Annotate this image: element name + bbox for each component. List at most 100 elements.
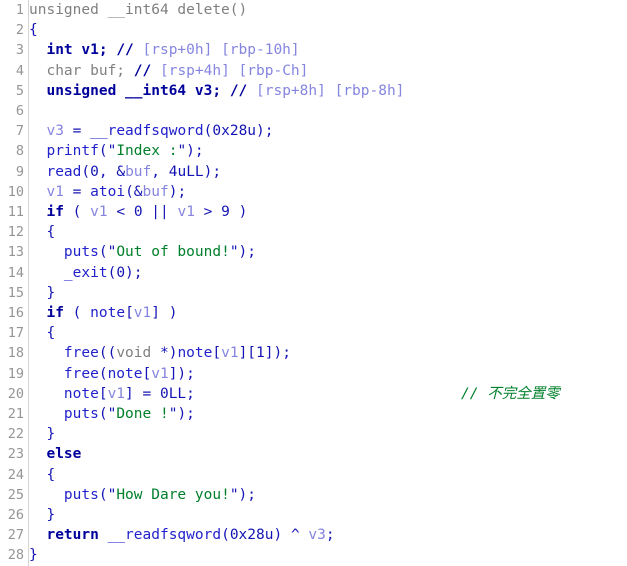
code-token[interactable]: v1 — [151, 366, 168, 382]
code-token[interactable] — [29, 507, 46, 523]
code-token[interactable]: Index : — [116, 143, 177, 159]
code-line[interactable]: 28} — [0, 545, 627, 566]
code-token[interactable] — [29, 164, 46, 180]
code-line-text[interactable]: puts("How Dare you!"); — [29, 485, 627, 505]
code-token[interactable] — [29, 143, 46, 159]
code-token[interactable] — [29, 63, 46, 79]
code-token[interactable]: note — [108, 366, 143, 382]
code-token[interactable] — [29, 446, 46, 462]
code-token[interactable]: buf — [143, 184, 169, 200]
code-token[interactable]: ); — [239, 244, 256, 260]
code-line-text[interactable]: } — [29, 505, 627, 525]
code-line-text[interactable]: char buf; // [rsp+4h] [rbp-Ch] — [29, 61, 627, 81]
code-line-text[interactable]: _exit(0); — [29, 263, 627, 283]
code-line[interactable]: 19 free(note[v1]); — [0, 363, 627, 384]
code-token[interactable] — [29, 265, 64, 281]
code-token[interactable]: // — [134, 63, 151, 79]
code-line[interactable]: 20 note[v1] = 0LL; // 不完全置零 — [0, 383, 627, 405]
code-token[interactable] — [29, 244, 64, 260]
code-line-text[interactable]: read(0, &buf, 4uLL); — [29, 162, 627, 182]
code-token[interactable]: if — [46, 204, 63, 220]
code-token[interactable]: ( — [99, 406, 108, 422]
code-line-text[interactable]: { — [29, 20, 627, 40]
code-token[interactable]: , — [151, 164, 168, 180]
code-token[interactable]: __readfsqword — [90, 123, 204, 139]
code-token[interactable]: ( — [64, 305, 90, 321]
code-token[interactable]: " — [230, 244, 239, 260]
code-line[interactable]: 21 puts("Done !"); — [0, 404, 627, 425]
code-token[interactable]: ); — [239, 487, 256, 503]
code-token[interactable] — [29, 204, 46, 220]
code-token[interactable]: note — [177, 345, 212, 361]
code-token[interactable]: { — [46, 325, 55, 341]
code-line[interactable]: 6 — [0, 101, 627, 122]
code-token[interactable]: > — [195, 204, 221, 220]
code-token[interactable]: 1 — [256, 345, 265, 361]
code-token[interactable] — [29, 345, 64, 361]
code-token[interactable]: " — [108, 406, 117, 422]
code-token[interactable]: } — [29, 547, 38, 563]
code-token[interactable]: else — [46, 446, 81, 462]
code-token[interactable]: _exit — [64, 265, 108, 281]
code-token[interactable] — [29, 467, 46, 483]
code-token[interactable] — [99, 527, 108, 543]
code-token[interactable]: ); — [204, 164, 221, 180]
code-token[interactable]: ( — [64, 204, 90, 220]
code-token[interactable] — [29, 325, 46, 341]
code-line[interactable]: 12 { — [0, 222, 627, 243]
code-token[interactable]: [rsp+0h] [rbp-10h] — [134, 42, 300, 58]
code-token[interactable]: [rsp+4h] [rbp-Ch] — [151, 63, 308, 79]
code-token[interactable]: ( — [221, 527, 230, 543]
code-token[interactable]: v1 — [90, 204, 107, 220]
code-token[interactable] — [29, 426, 46, 442]
code-token[interactable]: read — [46, 164, 81, 180]
code-token[interactable]: How Dare you! — [116, 487, 230, 503]
code-token[interactable]: (& — [125, 184, 142, 200]
code-token[interactable]: // — [116, 42, 133, 58]
code-line-text[interactable]: puts("Out of bound!"); — [29, 242, 627, 262]
code-token[interactable]: [ — [212, 345, 221, 361]
code-token[interactable]: unsigned __int64 v3; — [46, 83, 221, 99]
code-line-text[interactable]: if ( v1 < 0 || v1 > 9 ) — [29, 202, 627, 222]
code-token[interactable]: (( — [99, 345, 116, 361]
code-token[interactable]: note — [90, 305, 125, 321]
code-token[interactable]: 0 — [116, 265, 125, 281]
code-line[interactable]: 13 puts("Out of bound!"); — [0, 242, 627, 263]
code-token[interactable]: ( — [99, 143, 108, 159]
code-token[interactable]: v3 — [46, 123, 63, 139]
code-token[interactable]: [ — [143, 366, 152, 382]
pseudocode-view[interactable]: 1 unsigned __int64 delete() 2{3 int v1; //… — [0, 0, 627, 566]
code-line[interactable]: 14 _exit(0); — [0, 262, 627, 283]
code-token[interactable] — [29, 305, 46, 321]
code-token[interactable]: { — [46, 224, 55, 240]
code-token[interactable]: Done ! — [116, 406, 168, 422]
code-line[interactable]: 11 if ( v1 < 0 || v1 > 9 ) — [0, 202, 627, 223]
code-token[interactable] — [29, 285, 46, 301]
code-line[interactable]: 16 if ( note[v1] ) — [0, 303, 627, 324]
code-token[interactable]: 0LL — [160, 386, 186, 402]
code-line[interactable]: 27 return __readfsqword(0x28u) ^ v3; — [0, 525, 627, 546]
code-line-text[interactable]: int v1; // [rsp+0h] [rbp-10h] — [29, 40, 627, 60]
code-line-text[interactable]: v3 = __readfsqword(0x28u); — [29, 121, 627, 141]
code-token[interactable]: " — [230, 487, 239, 503]
code-token[interactable] — [108, 42, 117, 58]
code-token[interactable]: ) ^ — [273, 527, 308, 543]
code-token[interactable]: ; — [326, 527, 335, 543]
code-token[interactable]: Out of bound! — [116, 244, 230, 260]
code-token[interactable]: note — [64, 386, 99, 402]
code-line[interactable]: 15 } — [0, 282, 627, 304]
code-token[interactable]: , & — [99, 164, 125, 180]
code-line[interactable]: 8 printf("Index :"); — [0, 141, 627, 162]
code-token[interactable]: ( — [99, 244, 108, 260]
code-token[interactable]: puts — [64, 487, 99, 503]
code-token[interactable]: || — [143, 204, 178, 220]
code-line-text[interactable]: note[v1] = 0LL; // 不完全置零 — [29, 384, 627, 404]
code-token[interactable]: = — [64, 184, 90, 200]
code-line-text[interactable]: } — [29, 424, 627, 444]
code-token[interactable] — [125, 63, 134, 79]
code-line-text[interactable]: } — [29, 283, 627, 303]
code-token[interactable]: return — [46, 527, 98, 543]
code-token[interactable]: atoi — [90, 184, 125, 200]
code-token[interactable]: = — [64, 123, 90, 139]
code-line[interactable]: 22 } — [0, 424, 627, 445]
